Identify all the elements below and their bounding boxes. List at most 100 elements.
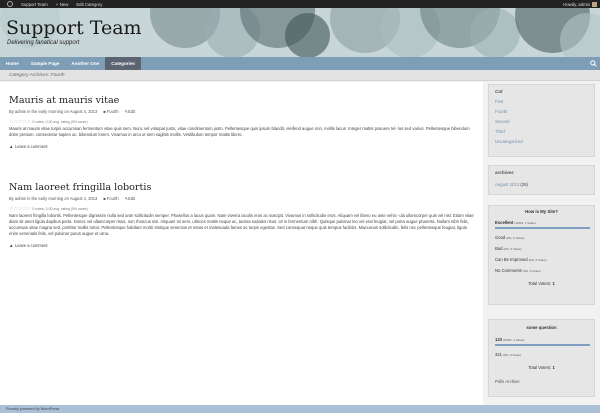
category-link[interactable]: Third xyxy=(489,126,594,136)
poll-total-voters: Total Voters: 1 xyxy=(489,365,594,370)
poll-answer: 123(100%, 1 Votes) xyxy=(489,337,594,346)
poll-question: some question xyxy=(526,325,557,330)
post-category-link[interactable]: Fourth xyxy=(107,109,119,114)
archive-count: (29) xyxy=(520,182,528,187)
post-rating: ☆☆☆☆☆ 0 votes, 0.00 avg. rating (0% scor… xyxy=(9,206,477,212)
rating-text: 0 votes, 0.00 avg. rating (0% score) xyxy=(32,207,88,211)
poll-widget: How is My Site? Excellent(100%, 1 Votes)… xyxy=(488,205,595,305)
poll-answer-label: Can Be Improved xyxy=(495,257,528,262)
poll-total-label: Total Voters: xyxy=(528,365,552,370)
post-edit-link[interactable]: Edit xyxy=(128,196,135,201)
search-icon xyxy=(589,60,597,67)
nav-item-another-one[interactable]: Another One xyxy=(65,57,105,70)
poll-result-fill xyxy=(495,227,590,229)
post-meta: By admin in the early morning on August … xyxy=(9,109,477,114)
poll-answer-stat: (0%, 0 Votes) xyxy=(506,236,525,240)
poll-total-value: 1 xyxy=(552,281,555,286)
footer-credit[interactable]: Proudly powered by WordPress xyxy=(0,405,600,413)
archive-link[interactable]: August 2013 xyxy=(495,182,519,187)
rating-stars-icon[interactable]: ☆☆☆☆☆ xyxy=(9,119,31,125)
header-decoration xyxy=(285,13,330,57)
poll-answer-stat: (0%, 0 Votes) xyxy=(528,258,547,262)
poll-answer: Bad(0%, 0 Votes) xyxy=(489,246,594,251)
poll-answer-label: Good xyxy=(495,235,506,240)
leave-comment-label: Leave a comment xyxy=(14,243,48,249)
poll-answer: Good(0%, 0 Votes) xyxy=(489,235,594,240)
rating-stars-icon[interactable]: ☆☆☆☆☆ xyxy=(9,206,31,212)
admin-bar-account[interactable]: Howdy, admin xyxy=(563,1,600,7)
poll-answer-stat: (0%, 0 Votes) xyxy=(522,269,541,273)
comment-bubble-icon: ▲ xyxy=(9,243,14,249)
polls-archive-link[interactable]: Polls Archive xyxy=(489,376,594,386)
poll-answer: Can Be Improved(0%, 0 Votes) xyxy=(489,257,594,262)
comment-bubble-icon: ▲ xyxy=(9,144,14,150)
poll-result-bar xyxy=(495,344,590,346)
category-link[interactable]: Uncategorized xyxy=(489,136,594,146)
category-link[interactable]: Fourth xyxy=(489,106,594,116)
header-decoration xyxy=(470,8,520,57)
admin-bar-site-link[interactable]: Support Team xyxy=(17,0,52,8)
post-category-link[interactable]: Fourth xyxy=(107,196,119,201)
poll-answer-label: Bad xyxy=(495,246,503,251)
category-link[interactable]: First xyxy=(489,96,594,106)
poll-answer-label: 123 xyxy=(495,337,502,342)
category-link[interactable]: Second xyxy=(489,116,594,126)
poll-total-voters: Total Voters: 1 xyxy=(489,281,594,286)
post: Mauris at mauris vitae By admin in the e… xyxy=(9,95,477,149)
poll-answer-stat: (0%, 0 Votes) xyxy=(503,247,522,251)
nav-item-sample-page[interactable]: Sample Page xyxy=(25,57,66,70)
search-button[interactable] xyxy=(586,57,600,70)
main-navigation: Home Sample Page Another One Categories xyxy=(0,57,600,70)
admin-bar-new-link[interactable]: + New xyxy=(52,0,73,8)
post-byline: By admin in the early morning on August … xyxy=(9,196,98,201)
wordpress-menu[interactable] xyxy=(0,0,17,8)
post-edit-link[interactable]: Edit xyxy=(128,109,135,114)
post-title[interactable]: Nam laoreet fringilla lobortis xyxy=(9,182,477,193)
folder-icon: ■ xyxy=(103,196,106,201)
widget-title: archives xyxy=(495,170,514,175)
plus-icon: + xyxy=(55,1,59,7)
post-excerpt: Mauris at mauris vitae turpis accumsan f… xyxy=(9,126,470,138)
post: Nam laoreet fringilla lobortis By admin … xyxy=(9,182,477,248)
poll-total-label: Total Voters: xyxy=(528,281,552,286)
content-area: Mauris at mauris vitae By admin in the e… xyxy=(0,82,483,405)
leave-comment-link[interactable]: ▲ Leave a comment xyxy=(9,144,477,149)
post-excerpt: Nam laoreet fringilla lobortis. Pellente… xyxy=(9,213,474,237)
page-title: Category Archives: Fourth xyxy=(0,70,600,81)
site-title[interactable]: Support Team xyxy=(6,17,142,39)
poll-result-bar xyxy=(495,227,590,229)
poll-result-fill xyxy=(495,344,590,346)
post-byline: By admin in the early morning on August … xyxy=(9,109,98,114)
admin-bar-new-label: New xyxy=(59,1,69,7)
post-title[interactable]: Mauris at mauris vitae xyxy=(9,95,477,106)
categories-widget: Cat First Fourth Second Third Uncategori… xyxy=(488,84,595,157)
widget-title: Cat xyxy=(495,89,503,94)
nav-item-home[interactable]: Home xyxy=(0,57,25,70)
poll-question: How is My Site? xyxy=(525,209,558,214)
poll-answer-stat: (0%, 0 Votes) xyxy=(503,353,522,357)
post-rating: ☆☆☆☆☆ 0 votes, 0.00 avg. rating (0% scor… xyxy=(9,119,477,125)
rating-text: 0 votes, 0.00 avg. rating (0% score) xyxy=(32,120,88,124)
admin-bar: Support Team + New Edit Category Howdy, … xyxy=(0,0,600,8)
poll-widget: some question 123(100%, 1 Votes) 321(0%,… xyxy=(488,319,595,397)
leave-comment-link[interactable]: ▲ Leave a comment xyxy=(9,243,477,248)
poll-answer-label: 321 xyxy=(495,352,502,357)
leave-comment-label: Leave a comment xyxy=(14,144,48,150)
folder-icon: ■ xyxy=(103,109,106,114)
site-description: Delivering fanatical support xyxy=(7,40,80,46)
poll-answer: 321(0%, 0 Votes) xyxy=(489,352,594,357)
site-header: Support Team Delivering fanatical suppor… xyxy=(0,8,600,57)
poll-answer: No Comments(0%, 0 Votes) xyxy=(489,268,594,273)
archive-entry: August 2013 (29) xyxy=(489,182,594,187)
poll-answer-label: Excellent xyxy=(495,220,514,225)
howdy-text: Howdy, admin xyxy=(563,1,590,7)
avatar xyxy=(592,1,597,7)
admin-bar-edit-category-link[interactable]: Edit Category xyxy=(72,0,106,8)
post-meta: By admin in the early morning on August … xyxy=(9,196,477,201)
poll-total-value: 1 xyxy=(552,365,555,370)
archives-widget: archives August 2013 (29) xyxy=(488,165,595,195)
poll-answer-stat: (100%, 1 Votes) xyxy=(503,338,525,342)
nav-item-categories[interactable]: Categories xyxy=(105,57,141,70)
poll-answer-stat: (100%, 1 Votes) xyxy=(514,221,536,225)
wordpress-logo-icon xyxy=(7,1,13,7)
